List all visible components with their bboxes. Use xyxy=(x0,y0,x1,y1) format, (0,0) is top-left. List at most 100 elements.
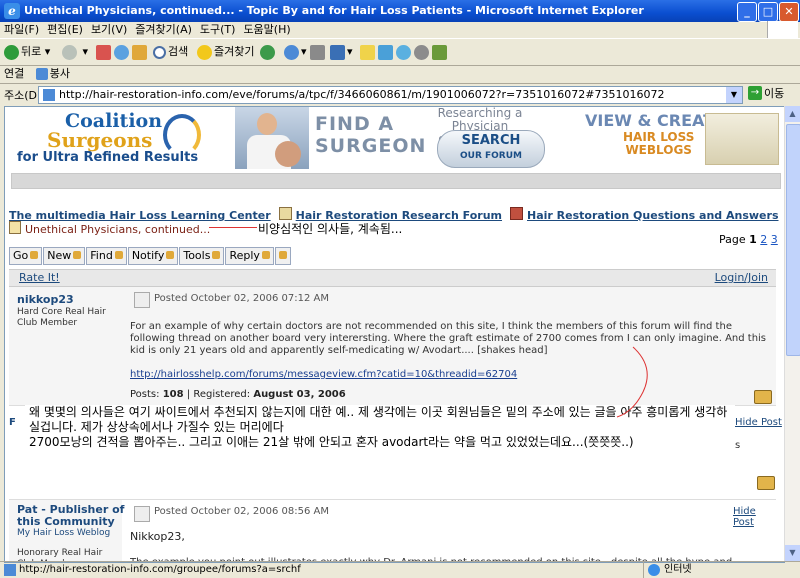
page-viewport: Coalition Surgeons for Ultra Refined Res… xyxy=(4,106,785,563)
title-bar: e Unethical Physicians, continued... - T… xyxy=(0,0,800,22)
go-button[interactable]: → 이동 xyxy=(748,86,784,102)
reply-icon xyxy=(261,251,270,259)
post-author[interactable]: nikkop23 xyxy=(17,293,74,306)
search-forum-button[interactable]: SEARCH OUR FORUM xyxy=(437,130,545,168)
korean-translation: 왜 몇몇의 의사들은 여기 싸이트에서 추천되지 않는지에 대한 예.. 제 생… xyxy=(29,405,728,449)
status-url: http://hair-restoration-info.com/groupee… xyxy=(19,564,301,575)
rate-it-link[interactable]: Rate It! xyxy=(19,270,60,286)
addon-button[interactable] xyxy=(432,43,449,61)
close-button[interactable]: ✕ xyxy=(779,2,799,22)
post-icon xyxy=(134,506,150,522)
coalition-logo[interactable]: Coalition Surgeons for Ultra Refined Res… xyxy=(15,110,205,166)
scroll-up-icon[interactable]: ▲ xyxy=(785,106,800,122)
address-input[interactable]: http://hair-restoration-info.com/eve/for… xyxy=(38,86,743,104)
quote-reply-icon[interactable] xyxy=(754,390,772,404)
tools-icon xyxy=(212,251,221,259)
favorites-button[interactable]: 즐겨찾기 xyxy=(197,43,254,61)
address-url: http://hair-restoration-info.com/eve/for… xyxy=(59,88,665,101)
forward-arrow-icon xyxy=(62,44,77,60)
stop-button[interactable] xyxy=(96,43,113,61)
page-icon xyxy=(43,89,55,101)
view-create-text[interactable]: VIEW & CREATE xyxy=(585,111,725,130)
home-button[interactable] xyxy=(132,43,149,61)
hidden-author-fragment: F xyxy=(9,417,16,428)
page-2-link[interactable]: 2 xyxy=(760,233,767,246)
post-date: Posted October 02, 2006 07:12 AM xyxy=(154,293,329,304)
post-icon xyxy=(134,292,150,308)
find-surgeon-text[interactable]: FIND A SURGEON xyxy=(315,113,426,157)
search-icon xyxy=(114,251,123,259)
gear-icon xyxy=(414,44,429,60)
doctor-photo xyxy=(235,107,309,169)
bookmark-button[interactable] xyxy=(274,247,291,265)
security-zone: 인터넷 xyxy=(643,562,800,578)
reply-menu[interactable]: Reply xyxy=(225,247,274,265)
hide-post-link[interactable]: Hide Post xyxy=(733,506,776,528)
find-menu[interactable]: Find xyxy=(86,247,127,265)
coalition-tagline: for Ultra Refined Results xyxy=(17,150,199,165)
toolbar: 뒤로 ▾ ▾ 검색 즐겨찾기 ▾ ▾ xyxy=(0,38,800,66)
hide-post-link[interactable]: Hide Post xyxy=(735,417,782,428)
breadcrumb-questions[interactable]: Hair Restoration Questions and Answers xyxy=(527,209,778,222)
post-greeting: Nikkop23, xyxy=(130,530,185,543)
surgeons-text: Surgeons xyxy=(47,128,153,152)
menu-favorites[interactable]: 즐겨찾기(A) xyxy=(131,22,196,38)
discuss-button[interactable] xyxy=(360,43,377,61)
page-icon xyxy=(35,68,48,80)
minimize-button[interactable]: _ xyxy=(737,2,757,22)
notify-menu[interactable]: Notify xyxy=(127,247,179,265)
hidden-text-fragment: s xyxy=(735,440,741,451)
post-link[interactable]: http://hairlosshelp.com/forums/messagevi… xyxy=(130,369,517,380)
links-item[interactable]: 봉사 xyxy=(35,67,70,80)
mail-icon xyxy=(310,44,325,60)
scroll-down-icon[interactable]: ▼ xyxy=(785,545,800,561)
menu-view[interactable]: 보기(V) xyxy=(87,22,131,38)
pagination: Page 1 2 3 xyxy=(719,233,778,246)
forum-icon xyxy=(278,207,292,220)
media-button[interactable] xyxy=(260,43,277,61)
mail-button[interactable] xyxy=(310,43,327,61)
back-button[interactable]: 뒤로 ▾ xyxy=(4,43,50,61)
go-menu[interactable]: Go xyxy=(9,247,43,265)
post-date: Posted October 02, 2006 08:56 AM xyxy=(154,506,329,517)
weblog-link[interactable]: My Hair Loss Weblog xyxy=(17,528,110,538)
annotation-line xyxy=(209,227,257,228)
banner-ad[interactable]: Coalition Surgeons for Ultra Refined Res… xyxy=(5,107,784,169)
history-button[interactable]: ▾ xyxy=(284,43,307,61)
menu-file[interactable]: 파일(F) xyxy=(0,22,43,38)
edit-button[interactable]: ▾ xyxy=(330,43,353,61)
windows-logo xyxy=(767,21,798,39)
word-icon xyxy=(330,44,345,60)
chevron-icon xyxy=(30,251,39,259)
menu-help[interactable]: 도움말(H) xyxy=(239,22,294,38)
login-join-link[interactable]: Login/Join xyxy=(715,270,768,286)
quote-reply-icon[interactable] xyxy=(757,476,775,490)
topic-icon xyxy=(9,221,21,234)
menu-edit[interactable]: 편집(E) xyxy=(43,22,87,38)
vertical-scrollbar[interactable]: ▲ ▼ xyxy=(784,106,800,561)
new-menu[interactable]: New xyxy=(43,247,86,265)
settings-button[interactable] xyxy=(414,43,431,61)
address-label: 주소(D) xyxy=(4,89,42,102)
weblogs-text[interactable]: HAIR LOSS WEBLOGS xyxy=(623,131,694,157)
tools-menu[interactable]: Tools xyxy=(179,247,225,265)
refresh-button[interactable] xyxy=(114,43,131,61)
maximize-button[interactable]: □ xyxy=(758,2,778,22)
research-button[interactable] xyxy=(378,43,395,61)
topic-line: Unethical Physicians, continued... xyxy=(9,221,210,236)
author-title: Hard Core Real Hair Club Member xyxy=(17,307,106,328)
page-3-link[interactable]: 3 xyxy=(771,233,778,246)
weblog-screenshot xyxy=(705,113,779,165)
menu-tools[interactable]: 도구(T) xyxy=(196,22,240,38)
notify-icon xyxy=(166,251,175,259)
scroll-thumb[interactable] xyxy=(786,124,800,356)
ie-icon: e xyxy=(4,3,20,19)
forward-button[interactable]: ▾ xyxy=(62,43,88,61)
search-button[interactable]: 검색 xyxy=(153,43,188,61)
post-author[interactable]: Pat - Publisher of this Community xyxy=(17,504,125,528)
nav-strip xyxy=(11,173,781,189)
media-icon xyxy=(260,44,275,60)
links-bar: 연결 봉사 xyxy=(0,64,800,84)
messenger-button[interactable] xyxy=(396,43,413,61)
chevron-down-icon[interactable]: ▼ xyxy=(726,87,742,103)
